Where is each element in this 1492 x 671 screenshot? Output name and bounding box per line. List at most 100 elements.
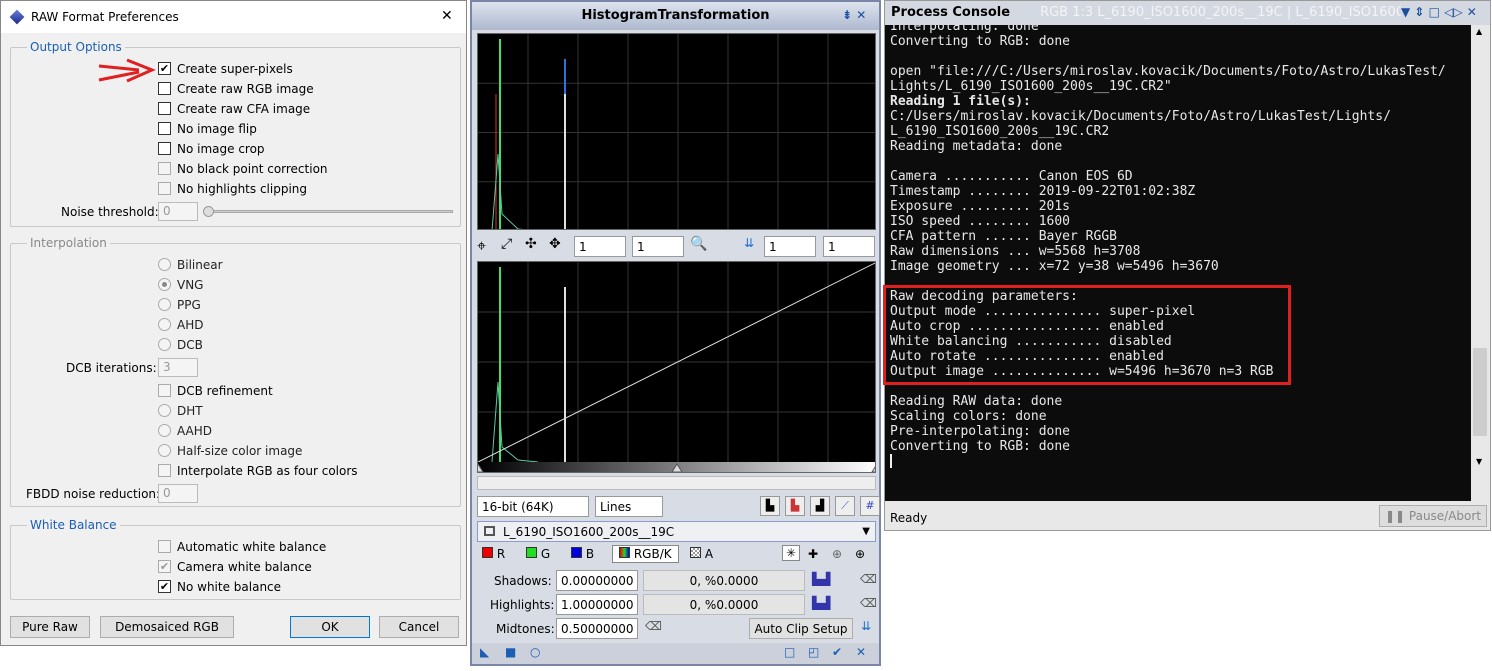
auto-clip-setup-button[interactable]: Auto Clip Setup — [749, 618, 853, 639]
scroll-up-icon[interactable]: ▲ — [1476, 27, 1482, 36]
dialog-title: RAW Format Preferences — [1, 1, 466, 33]
highlights-reset-icon[interactable]: ⌫ — [860, 596, 877, 610]
interpolation-radio[interactable] — [158, 258, 171, 271]
output-option-checkbox[interactable]: ✔ — [158, 62, 171, 75]
pure-raw-button[interactable]: Pure Raw — [10, 616, 90, 638]
cancel-button[interactable]: Cancel — [379, 616, 459, 638]
zoom-x2-input[interactable]: 1 — [764, 236, 816, 257]
reset-midtones-icon[interactable]: ⌫ — [645, 619, 662, 633]
chevron-down-icon: ▼ — [862, 526, 870, 537]
zoom-y2-input[interactable]: 1 — [823, 236, 875, 257]
close-icon[interactable]: ✕ — [441, 8, 453, 24]
fbdd-input[interactable]: 0 — [158, 484, 198, 503]
rgb-histogram-icon[interactable]: ▙ — [785, 496, 805, 516]
interpolation-radio[interactable] — [158, 278, 171, 291]
channel-b[interactable]: B — [571, 547, 594, 561]
interpolation-label: Half-size color image — [177, 444, 303, 458]
collapse-icon[interactable]: ⇊ — [744, 236, 754, 250]
output-option-checkbox[interactable] — [158, 122, 171, 135]
console-line: C:/Users/miroslav.kovacik/Documents/Foto… — [890, 109, 1391, 124]
histogram-icon[interactable]: ▙ — [760, 496, 780, 516]
pan-icon[interactable]: ⌖ — [477, 236, 486, 256]
midtones-input[interactable]: 0.50000000 — [556, 618, 638, 639]
ok-button[interactable]: OK — [290, 616, 370, 638]
channel-g[interactable]: G — [526, 547, 550, 561]
output-option-checkbox[interactable] — [158, 182, 171, 195]
noise-threshold-slider[interactable] — [206, 210, 453, 213]
reset-icon[interactable]: □ — [784, 645, 795, 659]
scroll-down-icon[interactable]: ▼ — [1476, 457, 1482, 466]
white-balance-checkbox[interactable]: ✔ — [158, 580, 171, 593]
highlights-label: Highlights: — [490, 598, 555, 612]
noise-threshold-input[interactable]: 0 — [158, 202, 198, 221]
shadows-input[interactable]: 0.00000000 — [556, 570, 638, 591]
window-controls[interactable]: ⇟ ✕ — [842, 8, 866, 22]
collapse-window-icon[interactable]: ✕ — [856, 645, 866, 659]
channel-r[interactable]: R — [482, 547, 505, 561]
status-text: Ready — [890, 511, 928, 525]
document-icon[interactable]: ◰ — [808, 645, 819, 659]
output-options-label: Output Options — [27, 40, 125, 54]
output-option-checkbox[interactable] — [158, 162, 171, 175]
four-colors-checkbox[interactable] — [158, 464, 171, 477]
interpolation-radio[interactable] — [158, 338, 171, 351]
interpolation-radio[interactable] — [158, 444, 171, 457]
apply-global-icon[interactable]: ■ — [505, 645, 516, 659]
crosshair-icon[interactable]: ✳ — [782, 545, 801, 561]
horizontal-scrollbar[interactable] — [477, 476, 876, 490]
transfer-curve-plot[interactable] — [477, 261, 876, 473]
cumulative-icon[interactable]: ▟ — [810, 496, 830, 516]
target-outline-icon[interactable]: ⊕ — [855, 547, 865, 561]
output-option-checkbox[interactable] — [158, 82, 171, 95]
curve-icon[interactable]: ⟋ — [835, 496, 855, 516]
pause-abort-button[interactable]: ❚❚ Pause/Abort — [1379, 505, 1487, 527]
zoom-y-input[interactable]: 1 — [632, 236, 684, 257]
shadows-reset-icon[interactable]: ⌫ — [860, 572, 877, 586]
highlights-input[interactable]: 1.00000000 — [556, 594, 638, 615]
output-option-checkbox[interactable] — [158, 142, 171, 155]
zoom-icon[interactable]: 🔍 — [690, 236, 707, 252]
grid-icon[interactable]: # — [860, 496, 880, 516]
highlights-auto-icon[interactable]: ▙▟ — [812, 596, 830, 610]
channel-rgbk[interactable]: RGB/K — [612, 545, 679, 563]
zoom-x-input[interactable]: 1 — [574, 236, 626, 257]
console-window-controls[interactable]: ▼ ⇕ □ ◁▷ ✕ — [1401, 5, 1477, 19]
interpolation-radio[interactable] — [158, 298, 171, 311]
zoom-reset-icon[interactable]: ✣ — [525, 236, 537, 252]
interpolation-label: VNG — [177, 278, 204, 292]
dcb-refinement-checkbox[interactable] — [158, 384, 171, 397]
apply-icon[interactable]: ✔ — [832, 645, 842, 659]
console-title: Process Console RGB 1:3 L_6190_ISO1600_20… — [885, 1, 1490, 25]
move-icon[interactable]: ✥ — [549, 236, 561, 252]
white-balance-checkbox[interactable] — [158, 540, 171, 553]
vertical-scrollbar[interactable]: ▲ ▼ — [1471, 25, 1490, 501]
white-balance-checkbox[interactable]: ✔ — [158, 560, 171, 573]
console-line: L_6190_ISO1600_200s__19C.CR2 — [890, 124, 1110, 139]
console-line: open "file:///C:/Users/miroslav.kovacik/… — [890, 64, 1446, 79]
scroll-thumb[interactable] — [1473, 348, 1487, 436]
graph-mode-select[interactable]: Lines — [595, 496, 663, 517]
zoom-fit-icon[interactable]: ⤢ — [501, 236, 512, 252]
dcb-iterations-input[interactable]: 3 — [158, 358, 198, 377]
resolution-select[interactable]: 16-bit (64K) — [477, 496, 589, 517]
expand-icon[interactable]: ⇊ — [861, 619, 871, 633]
demosaiced-rgb-button[interactable]: Demosaiced RGB — [100, 616, 234, 638]
real-time-preview-icon[interactable]: ○ — [530, 645, 540, 659]
console-output[interactable]: Interpolating: done Converting to RGB: do… — [885, 25, 1471, 501]
shadows-auto-icon[interactable]: ▙▟ — [812, 572, 830, 586]
view-name: L_6190_ISO1600_200s__19C — [503, 525, 675, 539]
target-filled-icon[interactable]: ✚ — [808, 547, 818, 561]
histogram-plot[interactable] — [477, 33, 876, 230]
white-balance-label: Automatic white balance — [177, 540, 327, 554]
view-selector[interactable]: L_6190_ISO1600_200s__19C ▼ — [477, 521, 876, 542]
target-icon[interactable]: ⊕ — [832, 547, 842, 561]
new-instance-icon[interactable]: ◣ — [480, 645, 489, 659]
slider-handle[interactable] — [203, 206, 214, 217]
shadows-clipping: 0, %0.0000 — [643, 570, 805, 591]
interpolation-radio[interactable] — [158, 424, 171, 437]
channel-a[interactable]: A — [690, 547, 713, 561]
output-option-checkbox[interactable] — [158, 102, 171, 115]
interpolation-radio[interactable] — [158, 318, 171, 331]
interpolation-radio[interactable] — [158, 404, 171, 417]
interpolation-label: DHT — [177, 404, 203, 418]
